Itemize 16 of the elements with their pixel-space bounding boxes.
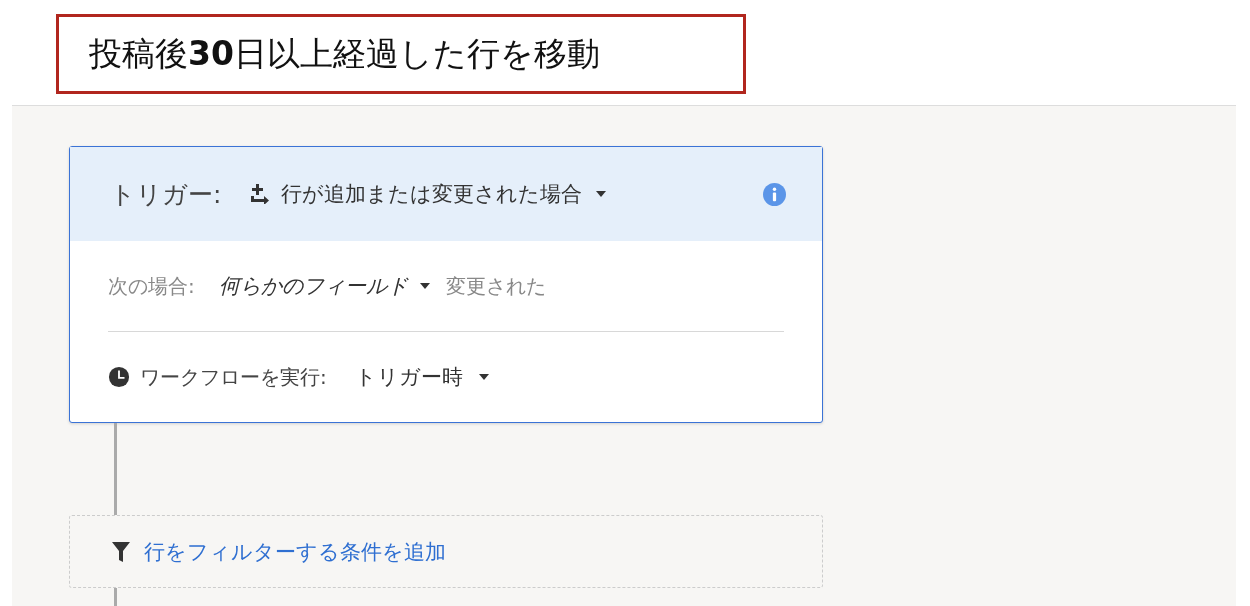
add-row-icon bbox=[249, 184, 272, 204]
caret-icon bbox=[478, 374, 489, 380]
add-filter-link[interactable]: 行をフィルターする条件を追加 bbox=[144, 537, 446, 566]
run-label: ワークフローを実行: bbox=[140, 363, 327, 391]
run-dropdown[interactable]: トリガー時 bbox=[354, 363, 463, 391]
page-title: 投稿後30日以上経過した行を移動 bbox=[56, 14, 746, 94]
trigger-label: トリガー: bbox=[110, 178, 222, 211]
clock-icon bbox=[108, 366, 130, 388]
caret-icon bbox=[596, 191, 607, 197]
condition-label: 次の場合: bbox=[108, 272, 195, 300]
condition-text: 変更された bbox=[445, 272, 546, 300]
caret-icon bbox=[419, 283, 430, 289]
trigger-dropdown[interactable]: 行が追加または変更された場合 bbox=[281, 180, 583, 208]
field-dropdown[interactable]: 何らかのフィールド bbox=[218, 272, 408, 300]
info-icon[interactable] bbox=[763, 182, 786, 206]
filter-icon bbox=[112, 541, 130, 562]
